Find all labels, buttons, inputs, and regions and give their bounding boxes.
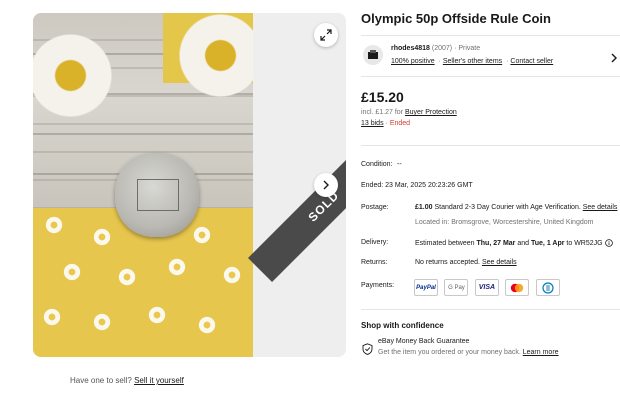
chevron-right-icon — [323, 180, 329, 190]
learn-more-link[interactable]: Learn more — [523, 349, 559, 356]
postage-desc: Standard 2-3 Day Courier with Age Verifi… — [434, 204, 581, 211]
price-amount: £15.20 — [361, 89, 404, 105]
seller-links: 100% positive · Seller's other items · C… — [391, 58, 554, 65]
listing-title: Olympic 50p Offside Rule Coin — [361, 11, 551, 26]
returns-see-details-link[interactable]: See details — [482, 259, 517, 266]
guarantee-description: Get the item you ordered or your money b… — [378, 349, 559, 356]
payment-methods: PayPal G Pay VISA — [414, 279, 562, 297]
delivery-to: to WR52JG — [566, 239, 603, 247]
seller-feedback-count: (2007) — [431, 45, 453, 52]
seller-positive-link[interactable]: 100% positive — [391, 58, 435, 65]
buyer-protection-link[interactable]: Buyer Protection — [405, 109, 457, 116]
postage-label: Postage: — [361, 204, 389, 211]
guarantee-title: eBay Money Back Guarantee — [378, 338, 470, 345]
bids-separator: · — [385, 120, 388, 127]
ended-label-text: Ended: — [361, 182, 384, 189]
divider — [361, 309, 620, 310]
price-incl-fee: incl. £1.27 for Buyer Protection — [361, 109, 457, 116]
visa-icon: VISA — [474, 279, 499, 297]
sell-it-yourself-link[interactable]: Sell it yourself — [134, 376, 184, 385]
sell-prompt: Have one to sell? Sell it yourself — [70, 376, 184, 385]
guarantee-desc-text: Get the item you ordered or your money b… — [378, 349, 521, 356]
delivery-end: Tue, 1 Apr — [531, 239, 565, 247]
contact-seller-link[interactable]: Contact seller — [510, 58, 553, 65]
listing-status: Ended — [389, 120, 411, 127]
postage-see-details-link[interactable]: See details — [583, 204, 618, 211]
listing-photo[interactable] — [33, 13, 253, 357]
incl-fee-text: incl. £1.27 for — [361, 109, 404, 116]
delivery-label: Delivery: — [361, 239, 389, 246]
returns-label: Returns: — [361, 259, 388, 266]
store-icon — [368, 50, 378, 59]
mastercard-logo — [511, 283, 524, 292]
shop-confidence-heading: Shop with confidence — [361, 321, 444, 330]
divider — [361, 145, 620, 146]
seller-username[interactable]: rhodes4818 — [391, 45, 430, 52]
bids-status: 13 bids · Ended — [361, 120, 410, 127]
next-image-button[interactable] — [314, 173, 338, 197]
diners-club-icon — [535, 279, 560, 297]
diners-logo — [542, 282, 554, 294]
condition-label: Condition: — [361, 161, 393, 168]
delivery-value: Estimated between Thu, 27 Mar and Tue, 1… — [415, 239, 613, 247]
expand-image-button[interactable] — [314, 23, 338, 47]
returns-value: No returns accepted. See details — [415, 259, 517, 266]
postage-cost: £1.00 — [415, 204, 433, 211]
shield-check-icon — [362, 342, 373, 360]
google-pay-icon: G Pay — [444, 279, 469, 297]
seller-info: rhodes4818 (2007) · Private — [391, 45, 480, 52]
bids-link[interactable]: 13 bids — [361, 120, 384, 127]
sell-prompt-text: Have one to sell? — [70, 376, 132, 385]
expand-icon — [320, 29, 332, 41]
ended-label: Ended: 23 Mar, 2025 20:23:26 GMT — [361, 182, 473, 189]
seller-visibility: · Private — [454, 45, 481, 52]
item-location: Located in: Bromsgrove, Worcestershire, … — [415, 219, 594, 226]
mastercard-icon — [505, 279, 530, 297]
ended-value: 23 Mar, 2025 20:23:26 GMT — [385, 182, 473, 189]
paypal-icon: PayPal — [414, 279, 438, 297]
chevron-right-icon — [611, 53, 617, 63]
coin-image — [115, 153, 199, 237]
seller-avatar[interactable] — [363, 45, 383, 65]
seller-chevron[interactable] — [610, 50, 618, 68]
delivery-start: Thu, 27 Mar — [476, 239, 516, 247]
seller-card[interactable]: rhodes4818 (2007) · Private 100% positiv… — [361, 35, 620, 77]
postage-value: £1.00 Standard 2-3 Day Courier with Age … — [415, 204, 617, 211]
condition-value: -- — [397, 161, 402, 168]
image-gallery[interactable]: SOLD — [33, 13, 346, 357]
sold-badge: SOLD — [248, 130, 346, 283]
delivery-prefix: Estimated between — [415, 239, 475, 247]
returns-text: No returns accepted. — [415, 259, 480, 266]
delivery-and: and — [517, 239, 530, 247]
payments-label: Payments: — [361, 282, 395, 289]
seller-other-items-link[interactable]: Seller's other items — [443, 58, 502, 65]
info-icon[interactable] — [604, 239, 613, 247]
